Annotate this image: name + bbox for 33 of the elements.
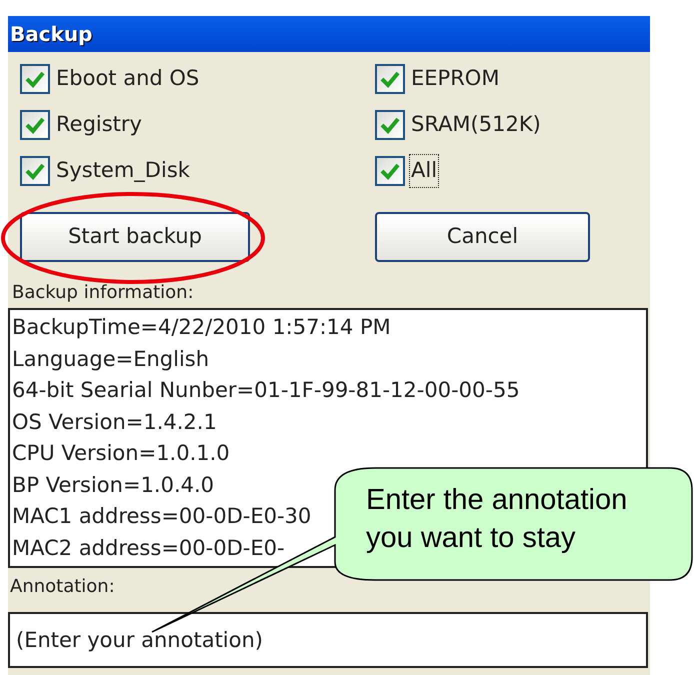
- info-line: 64-bit Searial Nunber=01-1F-99-81-12-00-00-55: [12, 377, 520, 404]
- checkbox-label[interactable]: SRAM(512K): [409, 108, 543, 142]
- start-backup-button[interactable]: Start backup: [20, 212, 250, 262]
- annotation-field[interactable]: (Enter your annotation): [8, 612, 648, 668]
- checkbox-label[interactable]: Eboot and OS: [54, 62, 202, 96]
- checkbox[interactable]: [20, 156, 50, 186]
- checkbox-label[interactable]: EEPROM: [409, 62, 502, 96]
- info-line: BackupTime=4/22/2010 1:57:14 PM: [12, 314, 391, 341]
- info-label: Backup information:: [11, 282, 194, 304]
- checkmark-icon: [25, 162, 45, 180]
- checkmark-icon: [380, 70, 400, 88]
- info-line: Language=English: [12, 346, 210, 372]
- info-line: MAC1 address=00-0D-E0-30: [12, 503, 312, 530]
- info-line: BP Version=1.0.4.0: [12, 472, 214, 498]
- callout-text: Enter the annotation you want to stay: [366, 483, 628, 556]
- checkbox[interactable]: [375, 110, 405, 140]
- checkbox[interactable]: [375, 156, 405, 186]
- info-line: CPU Version=1.0.1.0: [12, 440, 230, 467]
- info-line: OS Version=1.4.2.1: [12, 408, 217, 436]
- checkmark-icon: [25, 70, 45, 88]
- checkbox[interactable]: [20, 64, 50, 94]
- checkbox[interactable]: [20, 110, 50, 140]
- checkmark-icon: [380, 162, 400, 180]
- checkmark-icon: [380, 116, 400, 134]
- cancel-button[interactable]: Cancel: [375, 212, 590, 262]
- window-title: Backup: [10, 21, 92, 48]
- checkmark-icon: [25, 116, 45, 134]
- annotation-label: Annotation:: [9, 576, 115, 598]
- info-line: MAC2 address=00-0D-E0-: [12, 534, 285, 562]
- checkbox-label[interactable]: All: [409, 154, 440, 188]
- checkbox-label[interactable]: System_Disk: [54, 154, 192, 188]
- checkbox-label[interactable]: Registry: [54, 108, 144, 142]
- checkbox[interactable]: [375, 64, 405, 94]
